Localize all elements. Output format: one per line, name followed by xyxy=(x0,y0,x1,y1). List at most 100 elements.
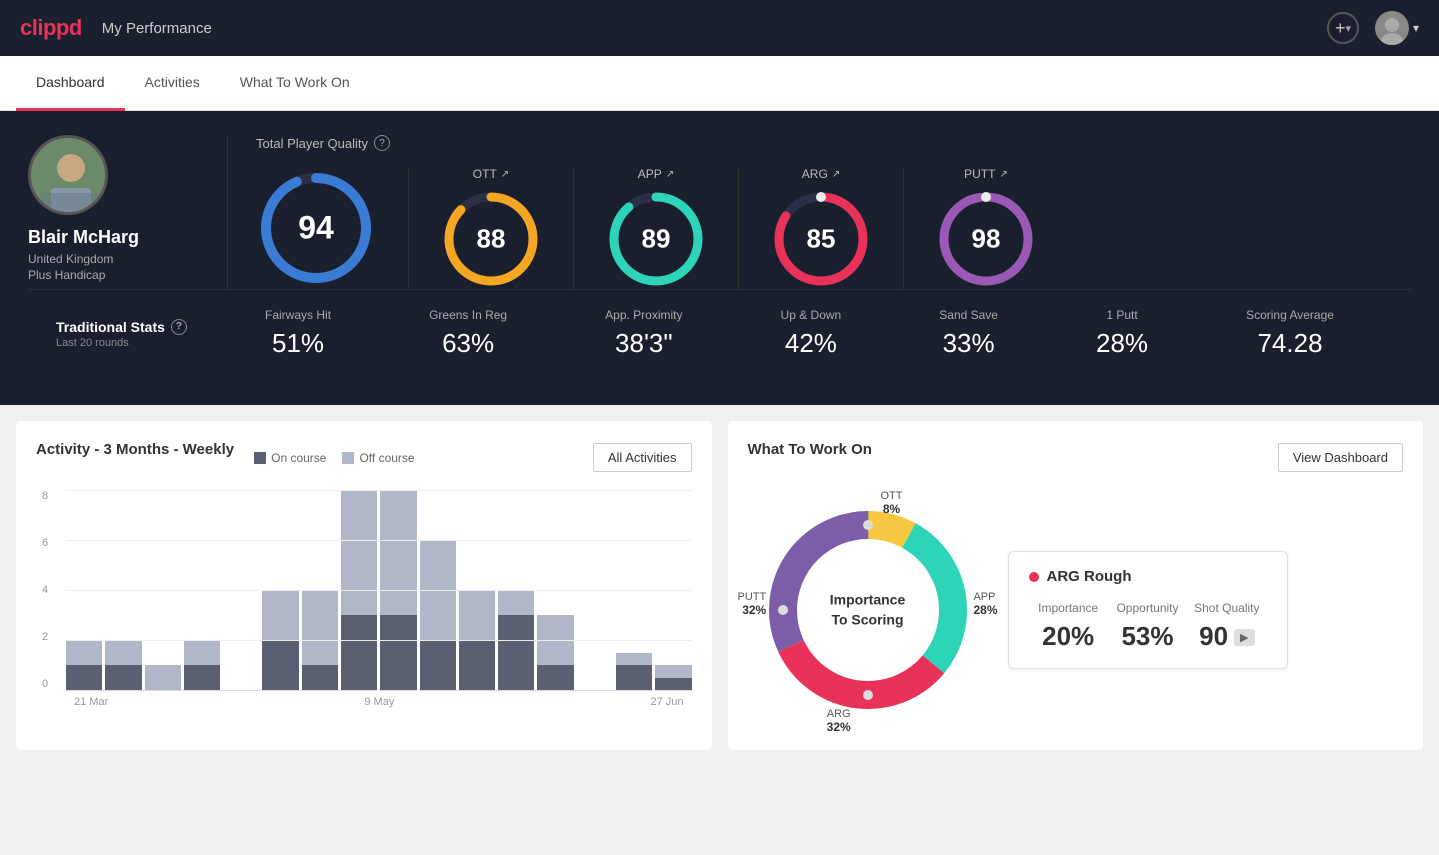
putt-ring: 98 xyxy=(936,189,1036,289)
add-button[interactable]: + ▾ xyxy=(1327,12,1359,44)
bar-off-course xyxy=(420,540,456,640)
shot-quality-badge: ▶ xyxy=(1234,629,1254,646)
bar-on-course xyxy=(302,665,338,690)
arg-segment-label: ARG 32% xyxy=(827,708,851,734)
bar-group xyxy=(341,490,377,690)
putt-label: PUTT ↗ xyxy=(964,167,1008,181)
user-menu-button[interactable]: ▾ xyxy=(1375,11,1419,45)
bar-off-course xyxy=(498,590,534,615)
gauges: 94 OTT ↗ 88 xyxy=(256,167,1411,289)
bar-group xyxy=(459,490,495,690)
bar-off-course xyxy=(616,653,652,666)
work-panel: What To Work On View Dashboard xyxy=(728,421,1424,750)
player-country: United Kingdom xyxy=(28,252,113,266)
quality-section: Total Player Quality ? 94 xyxy=(228,135,1411,289)
info-col-importance: Importance 20% xyxy=(1029,601,1108,652)
header: clippd My Performance + ▾ ▾ xyxy=(0,0,1439,56)
bar-group xyxy=(537,490,573,690)
hero-top: Blair McHarg United Kingdom Plus Handica… xyxy=(28,135,1411,289)
bar-on-course xyxy=(262,640,298,690)
trad-stats-grid: Fairways Hit 51% Greens In Reg 63% App. … xyxy=(216,308,1383,359)
stat-updown: Up & Down 42% xyxy=(781,308,842,359)
bar-group xyxy=(184,490,220,690)
bar-off-course xyxy=(262,590,298,640)
bar-on-course xyxy=(498,615,534,690)
stat-scoring: Scoring Average 74.28 xyxy=(1246,308,1334,359)
y-axis-labels: 8 6 4 2 0 xyxy=(42,490,48,690)
bar-off-course xyxy=(380,490,416,615)
bar-off-course xyxy=(105,640,141,665)
putt-trend-icon: ↗ xyxy=(999,169,1007,180)
ott-segment-label: OTT 8% xyxy=(881,490,903,516)
quality-help-icon[interactable]: ? xyxy=(374,135,390,151)
logo: clippd xyxy=(20,15,82,41)
work-content: Importance To Scoring OTT 8% APP 28% ARG… xyxy=(748,490,1404,730)
bar-off-course xyxy=(459,590,495,640)
ott-value: 88 xyxy=(477,224,506,255)
tab-activities[interactable]: Activities xyxy=(125,56,220,111)
player-avatar xyxy=(28,135,108,215)
arg-trend-icon: ↗ xyxy=(832,169,840,180)
bar-on-course xyxy=(105,665,141,690)
stat-sandsave: Sand Save 33% xyxy=(939,308,998,359)
chart-legend: On course Off course xyxy=(254,451,415,465)
bar-off-course xyxy=(537,615,573,665)
player-name: Blair McHarg xyxy=(28,227,139,248)
gauge-ott: OTT ↗ 88 xyxy=(409,167,574,289)
bar-off-course xyxy=(145,665,181,690)
bar-off-course xyxy=(184,640,220,665)
view-dashboard-button[interactable]: View Dashboard xyxy=(1278,443,1403,472)
gauge-total: 94 xyxy=(256,168,409,288)
app-trend-icon: ↗ xyxy=(666,169,674,180)
donut-center: Importance To Scoring xyxy=(830,590,905,629)
off-course-legend-color xyxy=(342,452,354,464)
work-header: What To Work On View Dashboard xyxy=(748,441,1404,474)
putt-segment-label: PUTT 32% xyxy=(738,591,767,617)
bar-group xyxy=(302,490,338,690)
bar-group xyxy=(223,490,259,690)
bar-group xyxy=(420,490,456,690)
arg-label: ARG ↗ xyxy=(802,167,840,181)
putt-value: 98 xyxy=(972,224,1001,255)
header-right: + ▾ ▾ xyxy=(1327,11,1419,45)
bar-on-course xyxy=(537,665,573,690)
tabs-nav: Dashboard Activities What To Work On xyxy=(0,56,1439,111)
work-title: What To Work On xyxy=(748,441,872,458)
arg-ring: 85 xyxy=(771,189,871,289)
app-ring: 89 xyxy=(606,189,706,289)
info-card-title: ARG Rough xyxy=(1029,568,1267,585)
x-axis-labels: 21 Mar 9 May 27 Jun xyxy=(66,696,692,708)
stats-hero: Blair McHarg United Kingdom Plus Handica… xyxy=(0,111,1439,405)
trad-stats-label: Traditional Stats ? Last 20 rounds xyxy=(56,319,216,349)
bar-off-course xyxy=(66,640,102,665)
tab-what-to-work-on[interactable]: What To Work On xyxy=(220,56,370,111)
player-info: Blair McHarg United Kingdom Plus Handica… xyxy=(28,135,228,289)
stat-1putt: 1 Putt 28% xyxy=(1096,308,1148,359)
stat-greens: Greens In Reg 63% xyxy=(429,308,507,359)
bar-group xyxy=(616,490,652,690)
bar-group xyxy=(380,490,416,690)
traditional-stats: Traditional Stats ? Last 20 rounds Fairw… xyxy=(28,289,1411,377)
on-course-legend-color xyxy=(254,452,266,464)
tab-dashboard[interactable]: Dashboard xyxy=(16,56,125,111)
info-card-columns: Importance 20% Opportunity 53% Shot Qual… xyxy=(1029,601,1267,652)
header-left: clippd My Performance xyxy=(20,15,212,41)
gauge-putt: PUTT ↗ 98 xyxy=(904,167,1068,289)
arg-value: 85 xyxy=(807,224,836,255)
all-activities-button[interactable]: All Activities xyxy=(593,443,692,472)
activity-panel: Activity - 3 Months - Weekly On course O… xyxy=(16,421,712,750)
ott-trend-icon: ↗ xyxy=(501,169,509,180)
bar-off-course xyxy=(655,665,691,678)
app-segment-label: APP 28% xyxy=(973,591,997,617)
bar-on-course xyxy=(655,678,691,691)
bar-group xyxy=(145,490,181,690)
bottom-panels: Activity - 3 Months - Weekly On course O… xyxy=(0,405,1439,766)
red-dot-icon xyxy=(1029,572,1039,582)
info-col-shot-quality: Shot Quality 90 ▶ xyxy=(1187,601,1266,652)
ott-ring: 88 xyxy=(441,189,541,289)
chevron-icon: ▾ xyxy=(1345,22,1351,35)
trad-stats-help-icon[interactable]: ? xyxy=(171,319,187,335)
header-title: My Performance xyxy=(102,20,212,37)
bar-group xyxy=(655,490,691,690)
ott-label: OTT ↗ xyxy=(473,167,509,181)
